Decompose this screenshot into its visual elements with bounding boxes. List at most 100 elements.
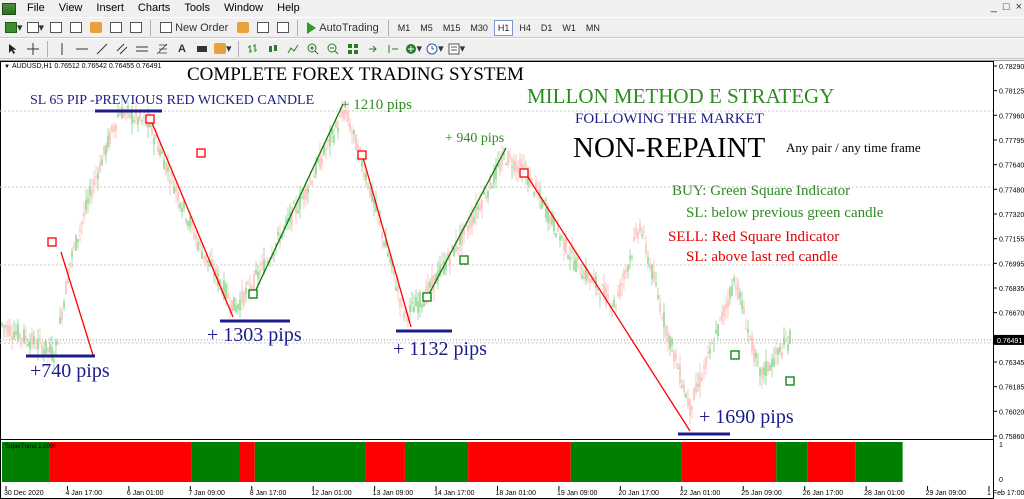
time-tick-label: 26 Jan 17:00 — [803, 490, 844, 497]
channel-tool[interactable] — [113, 40, 131, 58]
pips-label-940: + 940 pips — [445, 131, 505, 146]
timeframe-h1[interactable]: H1 — [493, 19, 514, 36]
time-tick-label: 30 Dec 2020 — [4, 490, 44, 497]
tester-button[interactable] — [127, 19, 145, 37]
timeframe-d1[interactable]: D1 — [537, 20, 557, 36]
grid-tool[interactable] — [133, 40, 151, 58]
indicator-scale-label: 0 — [999, 477, 1003, 484]
terminal-button[interactable] — [107, 19, 125, 37]
tester-icon — [130, 22, 143, 33]
time-tick-label: 20 Jan 17:00 — [618, 490, 659, 497]
new-order-button[interactable]: New Order — [156, 19, 232, 37]
buy-sl-text: SL: below previous green candle — [686, 205, 884, 221]
tile-windows-button[interactable] — [344, 40, 362, 58]
separator — [150, 19, 152, 36]
minimize-button[interactable]: _ — [991, 1, 997, 13]
sell-rule-text: SELL: Red Square Indicator — [668, 229, 840, 245]
menu-insert[interactable]: Insert — [89, 0, 131, 17]
signals-button[interactable] — [274, 19, 292, 37]
menu-window[interactable]: Window — [217, 0, 270, 17]
strategy-tester-icon — [257, 22, 270, 33]
profiles-button[interactable]: ▾ — [26, 19, 46, 37]
label-tool[interactable] — [193, 40, 211, 58]
zoom-out-button[interactable] — [324, 40, 342, 58]
candlestick-icon — [268, 44, 277, 52]
bar-chart-icon — [247, 43, 257, 53]
bar-chart-button[interactable] — [244, 40, 262, 58]
data-window-button[interactable] — [67, 19, 85, 37]
menu-file[interactable]: File — [20, 0, 52, 17]
tile-windows-icon — [347, 43, 358, 54]
menu-help[interactable]: Help — [270, 0, 307, 17]
supertrend-sell-segment — [239, 442, 255, 482]
chart-shift-icon — [388, 44, 398, 53]
restore-button[interactable]: □ — [1003, 1, 1010, 13]
drawing-toolbar: A ▾ ▾ ▾ ▾ — [0, 38, 1024, 59]
pips-label-1690: + 1690 pips — [699, 406, 794, 428]
line-chart-button[interactable] — [284, 40, 302, 58]
new-chart-icon — [5, 22, 17, 33]
sell-trade-line — [361, 153, 412, 328]
sell-signal-square — [196, 148, 206, 158]
timeframe-w1[interactable]: W1 — [558, 20, 580, 36]
templates-icon — [448, 43, 460, 54]
arrows-icon — [214, 43, 226, 54]
time-tick-label: 14 Jan 17:00 — [434, 490, 475, 497]
supertrend-buy-segment — [404, 442, 469, 482]
menu-charts[interactable]: Charts — [131, 0, 177, 17]
collapse-triangle-icon: ▼ — [4, 64, 10, 70]
market-watch-button[interactable] — [47, 19, 65, 37]
chart-window[interactable]: 0.78290 0.78125 0.77960 0.77795 0.77640 0.774… — [0, 60, 1024, 499]
text-tool[interactable]: A — [173, 40, 191, 58]
candlestick-button[interactable] — [264, 40, 282, 58]
indicators-icon — [405, 43, 416, 54]
price-tick-label: 0.76995 — [999, 261, 1024, 268]
horizontal-line-icon — [76, 48, 88, 49]
cursor-tool[interactable] — [4, 40, 22, 58]
time-tick-label: 13 Jan 09:00 — [373, 490, 414, 497]
trendline-icon — [96, 43, 108, 54]
symbol-info-text: AUDUSD,H1 0.76512 0.76542 0.76455 0.7649… — [11, 63, 162, 70]
vertical-line-tool[interactable] — [53, 40, 71, 58]
crosshair-tool[interactable] — [24, 40, 42, 58]
market-watch-icon — [50, 22, 63, 33]
time-tick-label: 6 Jan 01:00 — [127, 490, 164, 497]
menu-view[interactable]: View — [52, 0, 90, 17]
supertrend-buy-segment — [570, 442, 682, 482]
pips-label-740: +740 pips — [30, 360, 110, 382]
horizontal-line-tool[interactable] — [73, 40, 91, 58]
timeframe-h4[interactable]: H4 — [515, 20, 535, 36]
close-button[interactable]: × — [1016, 1, 1022, 13]
indicators-button[interactable]: ▾ — [404, 40, 424, 58]
auto-scroll-button[interactable] — [364, 40, 382, 58]
grid-icon — [136, 46, 148, 51]
templates-button[interactable]: ▾ — [447, 40, 467, 58]
periods-button[interactable]: ▾ — [425, 40, 445, 58]
price-chart[interactable]: 0.78290 0.78125 0.77960 0.77795 0.77640 0.774… — [0, 61, 1024, 499]
chart-shift-button[interactable] — [384, 40, 402, 58]
grid-layer — [0, 61, 994, 499]
any-pair-text: Any pair / any time frame — [786, 140, 921, 155]
timeframe-m15[interactable]: M15 — [439, 20, 465, 36]
sell-signal-square — [519, 168, 529, 178]
trendline-tool[interactable] — [93, 40, 111, 58]
arrows-tool[interactable]: ▾ — [213, 40, 233, 58]
timeframe-m1[interactable]: M1 — [394, 20, 415, 36]
timeframe-mn[interactable]: MN — [582, 20, 604, 36]
strategy-tester-button[interactable] — [254, 19, 272, 37]
zoom-in-icon — [307, 43, 318, 54]
zoom-out-icon — [327, 43, 338, 54]
metaeditor-button[interactable] — [234, 19, 252, 37]
buy-rule-text: BUY: Green Square Indicator — [672, 183, 851, 199]
new-chart-button[interactable]: ▾ — [4, 19, 24, 37]
menu-tools[interactable]: Tools — [177, 0, 217, 17]
timeframe-m5[interactable]: M5 — [416, 20, 437, 36]
timeframe-m30[interactable]: M30 — [466, 20, 492, 36]
time-tick-label: 12 Jan 01:00 — [311, 490, 352, 497]
navigator-button[interactable] — [87, 19, 105, 37]
supertrend-buy-segment — [191, 442, 239, 482]
time-tick-label: 29 Jan 09:00 — [926, 490, 967, 497]
fibonacci-tool[interactable] — [153, 40, 171, 58]
zoom-in-button[interactable] — [304, 40, 322, 58]
autotrading-button[interactable]: AutoTrading — [303, 19, 383, 37]
